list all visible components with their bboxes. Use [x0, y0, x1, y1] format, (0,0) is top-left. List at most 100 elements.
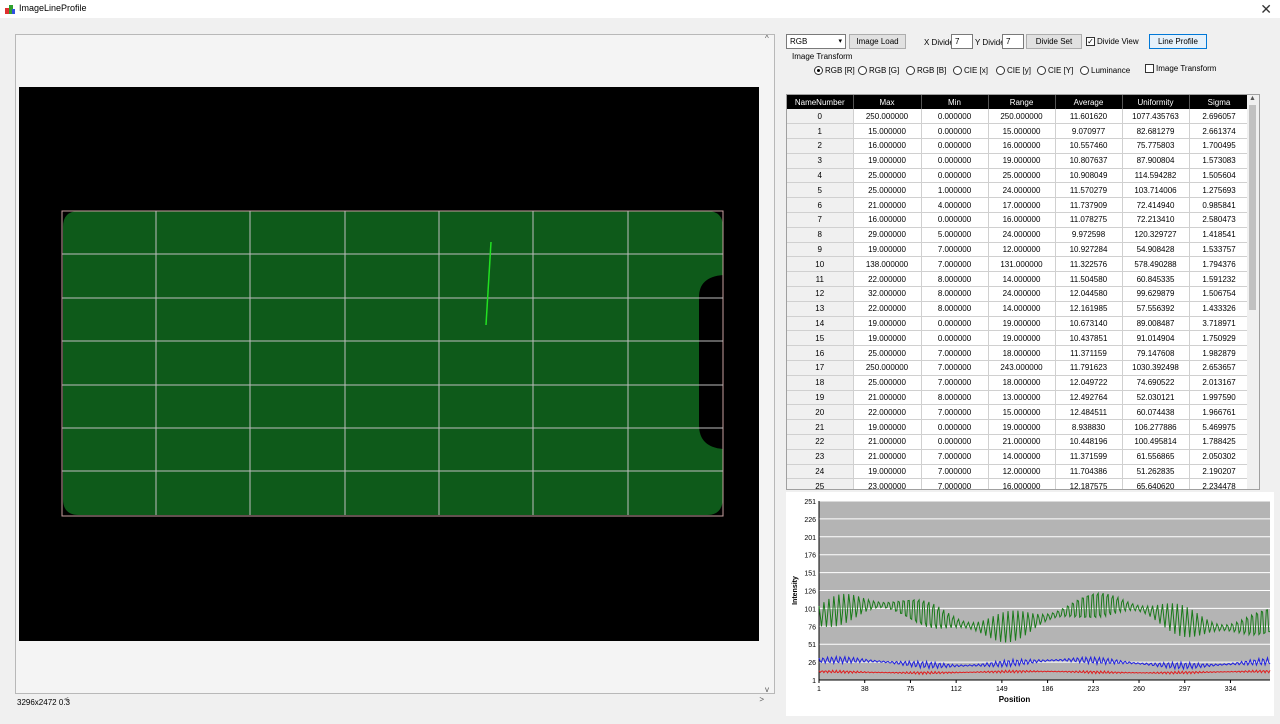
image-status-text: 3296x2472 0.3: [17, 698, 70, 707]
table-cell: 103.714006: [1122, 182, 1190, 199]
radio-5[interactable]: [1037, 66, 1046, 75]
table-cell: 1.573083: [1189, 153, 1250, 169]
window-title: ImageLineProfile: [19, 3, 87, 13]
image-canvas[interactable]: [19, 87, 759, 641]
table-cell: 10.673140: [1055, 316, 1123, 332]
y-tick-label: 251: [804, 499, 816, 506]
table-cell: 1.794376: [1189, 256, 1250, 273]
radio-label: RGB [B]: [917, 66, 947, 75]
column-header[interactable]: NameNumber: [787, 95, 854, 109]
table-cell: 0.000000: [921, 316, 989, 332]
table-cell: 18.000000: [988, 375, 1056, 391]
table-cell: 578.490288: [1122, 256, 1190, 273]
radio-6[interactable]: [1080, 66, 1089, 75]
table-row[interactable]: 5 25.000000 1.000000 24.000000 11.570279 103.…: [787, 182, 1250, 199]
divide-set-button[interactable]: Divide Set: [1026, 34, 1082, 49]
table-row[interactable]: 22 21.000000 0.000000 21.000000 10.448196 100…: [787, 434, 1250, 450]
table-cell: 2.190207: [1189, 464, 1250, 480]
table-row[interactable]: 10 138.000000 7.000000 131.000000 11.322576 5…: [787, 256, 1250, 273]
column-header[interactable]: Sigma: [1189, 95, 1250, 109]
divide-view-checkbox[interactable]: ✓: [1086, 37, 1095, 46]
table-row[interactable]: 6 21.000000 4.000000 17.000000 11.737909 72.4…: [787, 197, 1250, 214]
table-cell: 1.433326: [1189, 301, 1250, 317]
y-tick-label: 176: [804, 553, 816, 560]
table-cell: 9: [787, 242, 854, 258]
table-cell: 5: [787, 182, 854, 199]
radio-3[interactable]: [953, 66, 962, 75]
table-cell: 10.448196: [1055, 434, 1123, 450]
table-row[interactable]: 0 250.000000 0.000000 250.000000 11.601620 10…: [787, 109, 1250, 125]
table-row[interactable]: 18 25.000000 7.000000 18.000000 12.049722 74.…: [787, 375, 1250, 391]
table-row[interactable]: 9 19.000000 7.000000 12.000000 10.927284 54.9…: [787, 242, 1250, 258]
viewer-vertical-scrollbar[interactable]: ^ v: [763, 34, 775, 694]
table-row[interactable]: 4 25.000000 0.000000 25.000000 10.908049 114.…: [787, 168, 1250, 184]
table-cell: 21.000000: [853, 390, 922, 406]
column-header[interactable]: Uniformity: [1122, 95, 1190, 109]
column-header[interactable]: Range: [988, 95, 1056, 109]
statistics-table[interactable]: NameNumber Max Min Range Average Uniformity Si…: [786, 94, 1260, 490]
radio-label: CIE [y]: [1007, 66, 1032, 75]
table-row[interactable]: 25 23.000000 7.000000 16.000000 12.187575 65.…: [787, 478, 1250, 489]
table-row[interactable]: 20 22.000000 7.000000 15.000000 12.484511 60.…: [787, 404, 1250, 421]
radio-label: RGB [G]: [869, 66, 900, 75]
table-cell: 13: [787, 301, 854, 317]
table-cell: 19.000000: [988, 153, 1056, 169]
table-cell: 100.495814: [1122, 434, 1190, 450]
table-row[interactable]: 3 19.000000 0.000000 19.000000 10.807637 87.9…: [787, 153, 1250, 169]
table-cell: 75.775803: [1122, 138, 1190, 154]
table-cell: 72.213410: [1122, 212, 1190, 228]
radio-4[interactable]: [996, 66, 1005, 75]
x-tick-label: 38: [861, 686, 869, 693]
y-divide-input[interactable]: 7: [1002, 34, 1024, 49]
x-axis-label: Position: [999, 695, 1031, 704]
table-row[interactable]: 21 19.000000 0.000000 19.000000 8.938830 106.…: [787, 419, 1250, 436]
table-cell: 7.000000: [921, 375, 989, 391]
table-row[interactable]: 2 16.000000 0.000000 16.000000 10.557460 75.7…: [787, 138, 1250, 154]
table-cell: 1.982879: [1189, 345, 1250, 362]
table-row[interactable]: 15 19.000000 0.000000 19.000000 10.437851 91.…: [787, 330, 1250, 347]
scroll-right-icon[interactable]: >: [759, 695, 764, 704]
column-header[interactable]: Average: [1055, 95, 1123, 109]
table-row[interactable]: 12 32.000000 8.000000 24.000000 12.044580 99.…: [787, 286, 1250, 302]
divide-view-label: Divide View: [1097, 37, 1139, 46]
table-row[interactable]: 17 250.000000 7.000000 243.000000 11.791623 1…: [787, 360, 1250, 376]
table-vertical-scrollbar[interactable]: ▲: [1247, 95, 1259, 489]
radio-1[interactable]: [858, 66, 867, 75]
x-tick-label: 75: [907, 686, 915, 693]
image-load-button[interactable]: Image Load: [849, 34, 906, 49]
viewer-horizontal-scrollbar[interactable]: < >: [64, 695, 764, 706]
scroll-down-icon[interactable]: v: [765, 685, 769, 694]
table-cell: 1.788425: [1189, 434, 1250, 450]
table-row[interactable]: 1 15.000000 0.000000 15.000000 9.070977 82.68…: [787, 123, 1250, 140]
table-row[interactable]: 19 21.000000 8.000000 13.000000 12.492764 52.…: [787, 390, 1250, 406]
table-cell: 8.000000: [921, 390, 989, 406]
table-cell: 65.640620: [1122, 478, 1190, 489]
scroll-up-icon[interactable]: ^: [765, 34, 769, 43]
scroll-up-icon[interactable]: ▲: [1249, 95, 1256, 102]
radio-0[interactable]: [814, 66, 823, 75]
radio-2[interactable]: [906, 66, 915, 75]
table-row[interactable]: 13 22.000000 8.000000 14.000000 12.161985 57.…: [787, 301, 1250, 317]
table-cell: 8.000000: [921, 271, 989, 288]
close-icon[interactable]: ✕: [1260, 1, 1272, 18]
table-row[interactable]: 16 25.000000 7.000000 18.000000 11.371159 79.…: [787, 345, 1250, 362]
table-row[interactable]: 7 16.000000 0.000000 16.000000 11.078275 72.2…: [787, 212, 1250, 228]
x-divide-input[interactable]: 7: [951, 34, 973, 49]
table-row[interactable]: 23 21.000000 7.000000 14.000000 11.371599 61.…: [787, 449, 1250, 465]
column-header[interactable]: Max: [853, 95, 922, 109]
table-cell: 3.718971: [1189, 316, 1250, 332]
image-transform-checkbox[interactable]: [1145, 64, 1154, 73]
color-mode-value: RGB: [790, 37, 808, 46]
table-row[interactable]: 14 19.000000 0.000000 19.000000 10.673140 89.…: [787, 316, 1250, 332]
color-mode-select[interactable]: RGB ▾: [786, 34, 846, 49]
table-cell: 61.556865: [1122, 449, 1190, 465]
table-cell: 1.000000: [921, 182, 989, 199]
table-row[interactable]: 11 22.000000 8.000000 14.000000 11.504580 60.…: [787, 271, 1250, 288]
line-profile-button[interactable]: Line Profile: [1149, 34, 1207, 49]
table-cell: 14.000000: [988, 449, 1056, 465]
table-row[interactable]: 24 19.000000 7.000000 12.000000 11.704386 51.…: [787, 464, 1250, 480]
column-header[interactable]: Min: [921, 95, 989, 109]
table-cell: 14.000000: [988, 301, 1056, 317]
table-row[interactable]: 8 29.000000 5.000000 24.000000 9.972598 120.3…: [787, 227, 1250, 243]
scrollbar-thumb[interactable]: [1249, 105, 1256, 310]
